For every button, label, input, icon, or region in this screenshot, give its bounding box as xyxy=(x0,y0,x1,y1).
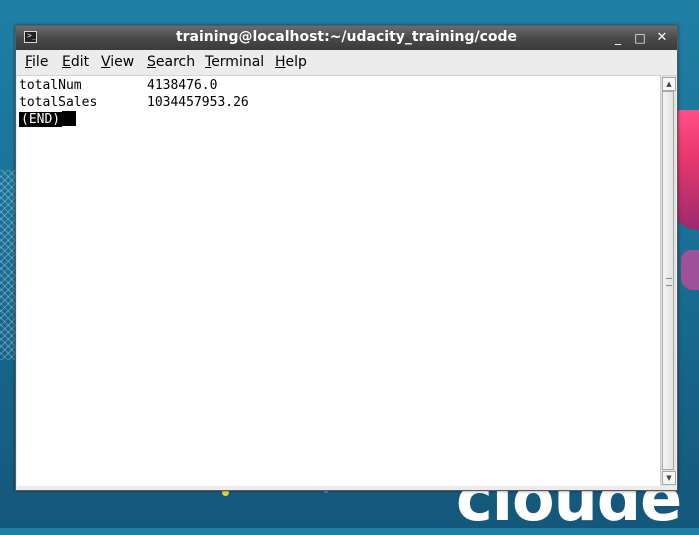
row-key: totalSales xyxy=(19,95,98,110)
pager-end-line: (END) xyxy=(19,111,77,128)
pager-end-marker: (END) xyxy=(19,112,63,127)
close-button[interactable]: ✕ xyxy=(654,30,670,46)
menu-file[interactable]: File xyxy=(25,54,48,70)
row-value: 1034457953.26 xyxy=(147,95,249,110)
scrollbar-thumb[interactable] xyxy=(662,91,674,470)
scroll-up-arrow-icon[interactable]: ▲ xyxy=(662,77,676,91)
window-title: training@localhost:~/udacity_training/co… xyxy=(175,29,518,45)
row-key: totalNum xyxy=(19,78,82,93)
minimize-button[interactable]: _ xyxy=(610,30,626,46)
scrollbar-grip-icon xyxy=(666,278,672,286)
vertical-scrollbar[interactable]: ▲ ▼ xyxy=(660,76,676,486)
menu-help[interactable]: Help xyxy=(275,54,307,70)
row-value: 4138476.0 xyxy=(147,78,218,93)
text-cursor xyxy=(62,111,77,126)
terminal-output[interactable]: totalNum 4138476.0 totalSales 1034457953.2… xyxy=(17,76,660,486)
scroll-down-arrow-icon[interactable]: ▼ xyxy=(662,471,676,485)
terminal-window: >_ training@localhost:~/udacity_training… xyxy=(15,25,678,491)
desktop-wallpaper-pattern xyxy=(0,170,16,360)
menu-view[interactable]: View xyxy=(101,54,134,70)
menu-terminal[interactable]: Terminal xyxy=(205,54,264,70)
menu-search[interactable]: Search xyxy=(147,54,195,70)
window-titlebar[interactable]: >_ training@localhost:~/udacity_training… xyxy=(16,26,677,50)
output-row: totalNum 4138476.0 xyxy=(19,77,217,94)
menu-bar: File Edit View Search Terminal Help xyxy=(16,50,677,76)
output-row: totalSales 1034457953.26 xyxy=(19,94,249,111)
maximize-button[interactable]: □ xyxy=(632,30,648,46)
menu-edit[interactable]: Edit xyxy=(62,54,89,70)
desktop-wallpaper-shape-small xyxy=(681,250,699,290)
